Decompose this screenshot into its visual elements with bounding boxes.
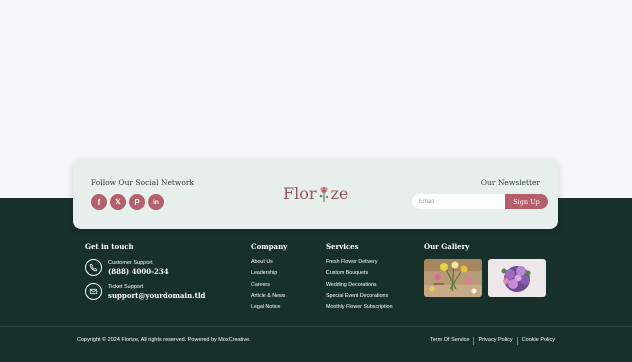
service-link[interactable]: Fresh Flower Delivery (326, 257, 393, 268)
newsletter-form: Sign Up (412, 194, 548, 209)
customer-support-phone[interactable]: (888) 4000-234 (108, 267, 169, 276)
ticket-support-email[interactable]: support@yourdomain.tld (108, 291, 205, 300)
mail-icon (85, 283, 102, 300)
gallery-image-purple-bouquet[interactable] (488, 259, 546, 297)
company-link[interactable]: Careers (251, 280, 285, 291)
logo-text-start: Flor (283, 184, 317, 203)
legal-separator (516, 337, 518, 345)
linkedin-icon[interactable]: in (148, 194, 164, 210)
newsletter-email-input[interactable] (412, 194, 505, 209)
gallery-title: Our Gallery (424, 242, 470, 251)
facebook-icon[interactable]: f (91, 194, 107, 210)
copyright-text: Copyright © 2024 Florize, All rights res… (77, 337, 251, 343)
contact-title: Get in touch (85, 242, 134, 251)
company-link[interactable]: Leadership (251, 268, 285, 279)
contact-ticket-support: Ticket Support support@yourdomain.tld (85, 283, 205, 300)
legal-links: Term Of Service Privacy Policy Cookie Po… (430, 337, 555, 345)
terms-of-service-link[interactable]: Term Of Service (430, 337, 469, 345)
ticket-support-label: Ticket Support (108, 283, 144, 290)
x-icon[interactable]: 𝕏 (110, 194, 126, 210)
social-links: f 𝕏 P in (91, 194, 164, 210)
service-link[interactable]: Custom Bouquets (326, 268, 393, 279)
footer-divider (0, 326, 632, 327)
services-links: Fresh Flower Delivery Custom Bouquets We… (326, 257, 393, 313)
phone-icon (85, 259, 102, 276)
newsletter-title: Our Newsletter (480, 178, 540, 187)
social-title: Follow Our Social Network (91, 178, 194, 187)
privacy-policy-link[interactable]: Privacy Policy (478, 337, 512, 345)
company-link[interactable]: Legal Notice (251, 302, 285, 313)
company-title: Company (251, 242, 288, 251)
signup-button[interactable]: Sign Up (505, 194, 548, 209)
company-link[interactable]: Article & News (251, 291, 285, 302)
gallery-image-flowers-table[interactable] (424, 259, 482, 297)
company-links: About Us Leadership Careers Article & Ne… (251, 257, 285, 313)
services-title: Services (326, 242, 359, 251)
legal-separator (473, 337, 475, 345)
contact-customer-support: Customer Support (888) 4000-234 (85, 259, 169, 276)
logo-text-end: ze (330, 184, 349, 203)
cookie-policy-link[interactable]: Cookie Policy (522, 337, 555, 345)
service-link[interactable]: Monthly Flower Subscription (326, 302, 393, 313)
brand-logo[interactable]: Flor ze (283, 184, 348, 203)
customer-support-label: Customer Support (108, 259, 153, 266)
flower-icon (317, 185, 331, 203)
social-newsletter-card: Follow Our Social Network f 𝕏 P in Flor … (73, 159, 558, 229)
pinterest-icon[interactable]: P (129, 194, 145, 210)
company-link[interactable]: About Us (251, 257, 285, 268)
service-link[interactable]: Wedding Decorations (326, 280, 393, 291)
service-link[interactable]: Special Event Decorations (326, 291, 393, 302)
